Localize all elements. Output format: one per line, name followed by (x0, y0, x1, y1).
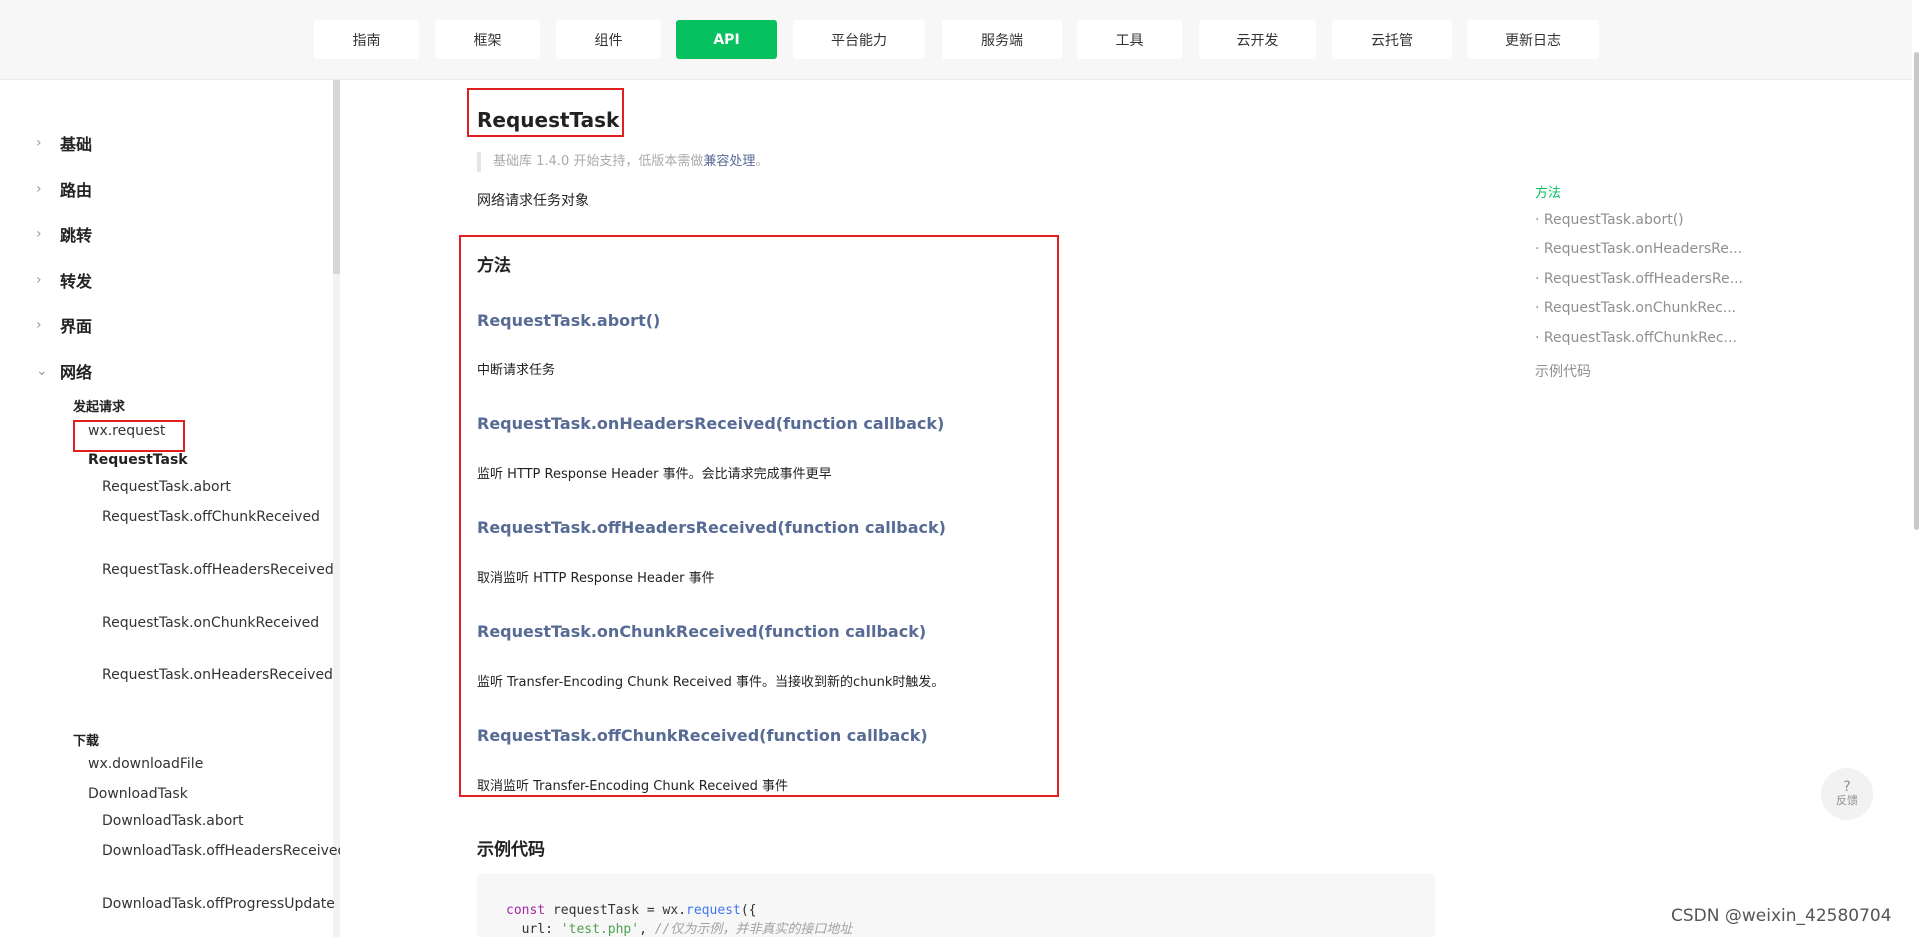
page-title: RequestTask (477, 108, 620, 132)
sidebar-item-request-task[interactable]: RequestTask (88, 449, 188, 471)
toc-example[interactable]: 示例代码 (1535, 361, 1591, 381)
sidebar-category-navigate[interactable]: › 跳转 (36, 222, 92, 246)
example-heading: 示例代码 (477, 840, 545, 860)
nav-api[interactable]: API (676, 20, 777, 59)
sidebar-category-label: 跳转 (60, 226, 93, 245)
sidebar-group-request: 发起请求 (73, 400, 126, 415)
method-title-off-headers-received[interactable]: RequestTask.offHeadersReceived(function … (477, 518, 946, 537)
methods-heading: 方法 (477, 256, 511, 276)
chevron-right-icon: › (36, 317, 42, 333)
method-title-on-headers-received[interactable]: RequestTask.onHeadersReceived(function c… (477, 414, 944, 433)
code-text: ({ (740, 903, 757, 918)
sidebar-category-label: 网络 (60, 363, 93, 382)
nav-platform-capabilities[interactable]: 平台能力 (793, 20, 925, 59)
sidebar-item-download-task-off-headers[interactable]: DownloadTask.offHeadersReceived (102, 840, 340, 862)
code-line-2: url: 'test.php', //仅为示例，并非真实的接口地址 (506, 918, 1406, 937)
sidebar-category-label: 路由 (60, 181, 93, 200)
nav-tools[interactable]: 工具 (1077, 20, 1182, 59)
sidebar-category-label: 转发 (60, 272, 93, 291)
nav-framework[interactable]: 框架 (435, 20, 540, 59)
toc-item[interactable]: · RequestTask.offChunkRec... (1535, 330, 1737, 346)
feedback-label: 反馈 (1836, 794, 1858, 807)
top-navigation: 指南 框架 组件 API 平台能力 服务端 工具 云开发 云托管 更新日志 (0, 0, 1920, 80)
nav-cloud-dev[interactable]: 云开发 (1199, 20, 1316, 59)
code-function: request (686, 903, 741, 918)
sidebar-item-download-task-abort[interactable]: DownloadTask.abort (102, 810, 302, 832)
chevron-right-icon: › (36, 135, 42, 151)
sidebar: › 基础 › 路由 › 跳转 › 转发 › 界面 ⌄ 网络 发起请求 wx.request … (0, 80, 340, 937)
question-icon: ? (1843, 779, 1851, 795)
code-comment: //仅为示例，并非真实的接口地址 (654, 922, 853, 937)
support-note-suffix: 。 (755, 154, 769, 169)
nav-components[interactable]: 组件 (556, 20, 661, 59)
method-desc-abort: 中断请求任务 (477, 363, 556, 378)
sidebar-item-request-task-abort[interactable]: RequestTask.abort (102, 476, 302, 498)
nav-guide[interactable]: 指南 (314, 20, 419, 59)
code-keyword: const (506, 903, 546, 918)
code-block: const requestTask = wx.request({ url: 't… (477, 874, 1435, 937)
sidebar-category-share[interactable]: › 转发 (36, 268, 92, 292)
sidebar-category-label: 界面 (60, 317, 93, 336)
code-string: 'test.php' (560, 922, 640, 937)
toc-item[interactable]: · RequestTask.onChunkRec... (1535, 300, 1736, 316)
method-desc-on-headers-received: 监听 HTTP Response Header 事件。会比请求完成事件更早 (477, 467, 832, 482)
method-desc-off-headers-received: 取消监听 HTTP Response Header 事件 (477, 571, 715, 586)
method-title-off-chunk-received[interactable]: RequestTask.offChunkReceived(function ca… (477, 726, 928, 745)
method-title-on-chunk-received[interactable]: RequestTask.onChunkReceived(function cal… (477, 622, 926, 641)
nav-server[interactable]: 服务端 (942, 20, 1062, 59)
method-title-abort[interactable]: RequestTask.abort() (477, 311, 660, 330)
code-line-1: const requestTask = wx.request({ (506, 903, 1406, 918)
toc-item[interactable]: · RequestTask.abort() (1535, 212, 1684, 228)
nav-cloud-hosting[interactable]: 云托管 (1332, 20, 1452, 59)
compat-link[interactable]: 兼容处理 (703, 154, 755, 169)
method-desc-off-chunk-received: 取消监听 Transfer-Encoding Chunk Received 事件 (477, 779, 789, 794)
toc-item[interactable]: · RequestTask.onHeadersRe... (1535, 241, 1742, 257)
sidebar-category-ui[interactable]: › 界面 (36, 313, 92, 337)
sidebar-category-route[interactable]: › 路由 (36, 177, 92, 201)
feedback-button[interactable]: ? 反馈 (1821, 768, 1873, 820)
toc-item[interactable]: · RequestTask.offHeadersRe... (1535, 271, 1743, 287)
sidebar-item-request-task-on-chunk[interactable]: RequestTask.onChunkReceived (102, 612, 319, 634)
chevron-down-icon: ⌄ (36, 363, 48, 379)
sidebar-item-request-task-off-headers[interactable]: RequestTask.offHeadersReceived (102, 559, 334, 581)
code-text: , (639, 922, 655, 937)
support-note-text: 基础库 1.4.0 开始支持，低版本需做 (493, 154, 704, 169)
intro-text: 网络请求任务对象 (477, 193, 589, 209)
sidebar-item-wx-download-file[interactable]: wx.downloadFile (88, 753, 203, 775)
sidebar-group-download: 下载 (73, 734, 100, 749)
watermark: CSDN @weixin_42580704 (1671, 906, 1892, 926)
chevron-right-icon: › (36, 272, 42, 288)
chevron-right-icon: › (36, 181, 42, 197)
main-content: RequestTask 基础库 1.4.0 开始支持，低版本需做兼容处理。 网络… (340, 80, 1920, 937)
support-note: 基础库 1.4.0 开始支持，低版本需做兼容处理。 (477, 152, 768, 172)
sidebar-category-network[interactable]: ⌄ 网络 (36, 359, 92, 383)
sidebar-scrollbar-thumb[interactable] (333, 80, 340, 274)
sidebar-item-request-task-on-headers[interactable]: RequestTask.onHeadersReceived (102, 664, 333, 686)
code-text: url: (506, 922, 561, 937)
sidebar-item-download-task[interactable]: DownloadTask (88, 783, 188, 805)
nav-changelog[interactable]: 更新日志 (1467, 20, 1599, 59)
method-desc-on-chunk-received: 监听 Transfer-Encoding Chunk Received 事件。当… (477, 675, 945, 690)
sidebar-category-basic[interactable]: › 基础 (36, 131, 92, 155)
annotation-box-sidebar (73, 420, 185, 452)
sidebar-category-label: 基础 (60, 135, 93, 154)
sidebar-item-download-task-off-progress[interactable]: DownloadTask.offProgressUpdate (102, 893, 335, 915)
page-scrollbar-thumb[interactable] (1914, 52, 1919, 530)
sidebar-item-request-task-off-chunk[interactable]: RequestTask.offChunkReceived (102, 506, 320, 528)
chevron-right-icon: › (36, 226, 42, 242)
code-text: requestTask = wx. (545, 903, 687, 918)
toc-methods[interactable]: 方法 (1535, 182, 1561, 201)
